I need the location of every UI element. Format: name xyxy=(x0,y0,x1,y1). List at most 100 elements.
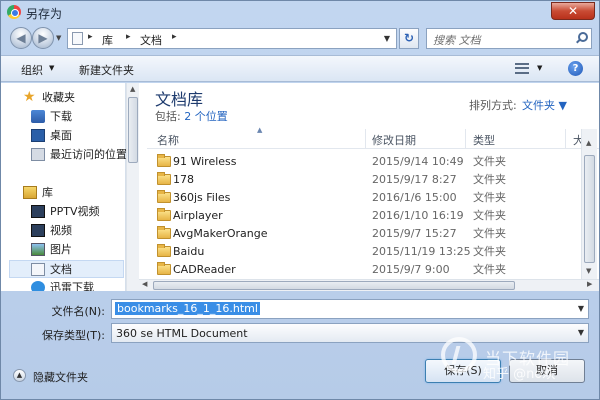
includes-locations-link[interactable]: 2 个位置 xyxy=(184,110,228,123)
organize-dropdown-icon[interactable]: ▼ xyxy=(49,64,54,72)
column-date-modified[interactable]: 修改日期 xyxy=(372,132,416,148)
file-list-vertical-scrollbar[interactable]: ▲ ▼ xyxy=(581,129,597,279)
file-name: 360js Files xyxy=(173,191,231,204)
file-date: 2015/9/7 9:00 xyxy=(372,263,450,276)
save-type-label: 保存类型(T): xyxy=(41,329,105,342)
hide-folders-label[interactable]: 隐藏文件夹 xyxy=(33,369,88,385)
download-icon xyxy=(31,110,45,123)
back-button[interactable]: ◀ xyxy=(10,27,32,49)
view-dropdown-icon[interactable]: ▼ xyxy=(537,64,542,72)
filename-dropdown-icon[interactable]: ▼ xyxy=(578,304,584,313)
breadcrumb-separator-icon[interactable]: ▸ xyxy=(126,32,131,42)
file-date: 2016/1/6 15:00 xyxy=(372,191,457,204)
video-icon xyxy=(31,205,45,218)
nav-item-label: 库 xyxy=(42,186,53,199)
nav-item-label: 下载 xyxy=(50,110,72,123)
scroll-right-icon[interactable]: ▶ xyxy=(587,280,592,288)
table-row[interactable]: 178 2015/9/17 8:27 文件夹 xyxy=(147,171,579,189)
library-icon xyxy=(23,186,37,199)
star-icon: ★ xyxy=(23,89,36,105)
scroll-up-icon[interactable]: ▲ xyxy=(130,85,135,93)
view-options-icon[interactable] xyxy=(515,63,529,74)
address-dropdown-icon[interactable]: ▼ xyxy=(384,34,390,43)
refresh-button[interactable]: ↻ xyxy=(399,28,419,49)
folder-icon xyxy=(157,262,171,275)
folder-icon xyxy=(157,226,171,239)
breadcrumb-separator-icon[interactable]: ▸ xyxy=(172,32,177,42)
nav-scroll-thumb[interactable] xyxy=(128,97,138,163)
column-divider[interactable] xyxy=(465,129,466,149)
nav-item-label: 迅雷下载 xyxy=(50,281,94,291)
horizontal-scroll-thumb[interactable] xyxy=(153,281,515,290)
watermark-logo-icon xyxy=(441,337,477,373)
file-date: 2015/11/19 13:25 xyxy=(372,245,471,258)
file-date: 2016/1/10 16:19 xyxy=(372,209,464,222)
file-name: 178 xyxy=(173,173,194,186)
scroll-down-icon[interactable]: ▼ xyxy=(586,267,591,275)
filename-input[interactable]: bookmarks_16_1_16.html ▼ xyxy=(111,299,589,319)
picture-icon xyxy=(31,243,45,256)
filename-value[interactable]: bookmarks_16_1_16.html xyxy=(115,302,260,315)
nav-item-label: 收藏夹 xyxy=(42,91,75,104)
nav-item-pptv[interactable]: PPTV视频 xyxy=(31,203,123,221)
table-row[interactable]: 360js Files 2016/1/6 15:00 文件夹 xyxy=(147,189,579,207)
scroll-left-icon[interactable]: ◀ xyxy=(142,280,147,288)
recent-locations-dropdown[interactable]: ▼ xyxy=(56,34,61,42)
file-type: 文件夹 xyxy=(473,191,506,204)
arrange-by-dropdown[interactable]: 文件夹 ▼ xyxy=(522,97,567,113)
nav-item-favorites[interactable]: ★ 收藏夹 xyxy=(23,89,123,107)
column-divider[interactable] xyxy=(565,129,566,149)
column-divider[interactable] xyxy=(365,129,366,149)
search-input[interactable]: 搜索 文档 xyxy=(426,28,592,49)
file-list-horizontal-scrollbar[interactable]: ◀ ▶ xyxy=(139,279,599,291)
desktop-icon xyxy=(31,129,45,142)
file-list-pane: 文档库 包括: 2 个位置 排列方式: 文件夹 ▼ ▲ 名称 修改日期 类型 大 xyxy=(139,83,599,291)
library-includes: 包括: 2 个位置 xyxy=(155,108,228,124)
table-row[interactable]: AvgMakerOrange 2015/9/7 15:27 文件夹 xyxy=(147,225,579,243)
table-row[interactable]: 91 Wireless 2015/9/14 10:49 文件夹 xyxy=(147,153,579,171)
scroll-up-icon[interactable]: ▲ xyxy=(586,139,591,147)
nav-item-downloads[interactable]: 下载 xyxy=(31,108,123,126)
nav-item-documents[interactable]: 文档 xyxy=(9,260,124,278)
nav-item-libraries[interactable]: 库 xyxy=(23,184,123,202)
save-type-dropdown-icon[interactable]: ▼ xyxy=(578,328,584,337)
forward-button[interactable]: ▶ xyxy=(32,27,54,49)
column-header: ▲ 名称 修改日期 类型 大 xyxy=(147,126,599,149)
nav-item-xunlei[interactable]: 迅雷下载 xyxy=(31,279,123,291)
file-type: 文件夹 xyxy=(473,173,506,186)
nav-item-pictures[interactable]: 图片 xyxy=(31,241,123,259)
file-type: 文件夹 xyxy=(473,209,506,222)
file-date: 2015/9/17 8:27 xyxy=(372,173,457,186)
save-type-select[interactable]: 360 se HTML Document ▼ xyxy=(111,323,589,343)
nav-pane-scrollbar[interactable]: ▲ xyxy=(126,83,139,291)
address-bar[interactable]: ▸ 库 ▸ 文档 ▸ ▼ xyxy=(67,28,397,49)
search-icon[interactable] xyxy=(575,32,588,43)
collapse-icon[interactable]: ▲ xyxy=(13,369,26,382)
watermark-author: 知乎 @no欢 xyxy=(483,367,556,382)
new-folder-button[interactable]: 新建文件夹 xyxy=(79,62,134,78)
title-bar: 另存为 ✕ xyxy=(1,1,599,23)
file-list-scroll-thumb[interactable] xyxy=(584,155,595,263)
window-title: 另存为 xyxy=(26,7,63,21)
table-row[interactable]: Baidu 2015/11/19 13:25 文件夹 xyxy=(147,243,579,261)
video-icon xyxy=(31,224,45,237)
close-button[interactable]: ✕ xyxy=(551,2,595,20)
document-icon xyxy=(31,263,45,276)
folder-icon xyxy=(157,208,171,221)
organize-button[interactable]: 组织 xyxy=(21,62,43,78)
nav-item-desktop[interactable]: 桌面 xyxy=(31,127,123,145)
column-name[interactable]: 名称 xyxy=(157,132,179,148)
help-icon[interactable]: ? xyxy=(568,61,583,76)
table-row[interactable]: CADReader 2015/9/7 9:00 文件夹 xyxy=(147,261,579,279)
breadcrumb-library[interactable]: 库 xyxy=(102,32,113,48)
nav-item-recent-places[interactable]: 最近访问的位置 xyxy=(31,146,127,164)
nav-item-label: 桌面 xyxy=(50,129,72,142)
sort-ascending-icon: ▲ xyxy=(257,126,263,134)
breadcrumb-separator-icon[interactable]: ▸ xyxy=(88,32,93,42)
browser-logo-icon xyxy=(7,5,21,19)
includes-label: 包括: xyxy=(155,110,181,123)
breadcrumb-documents[interactable]: 文档 xyxy=(140,32,162,48)
table-row[interactable]: Airplayer 2016/1/10 16:19 文件夹 xyxy=(147,207,579,225)
nav-item-videos[interactable]: 视频 xyxy=(31,222,123,240)
column-type[interactable]: 类型 xyxy=(473,132,495,148)
